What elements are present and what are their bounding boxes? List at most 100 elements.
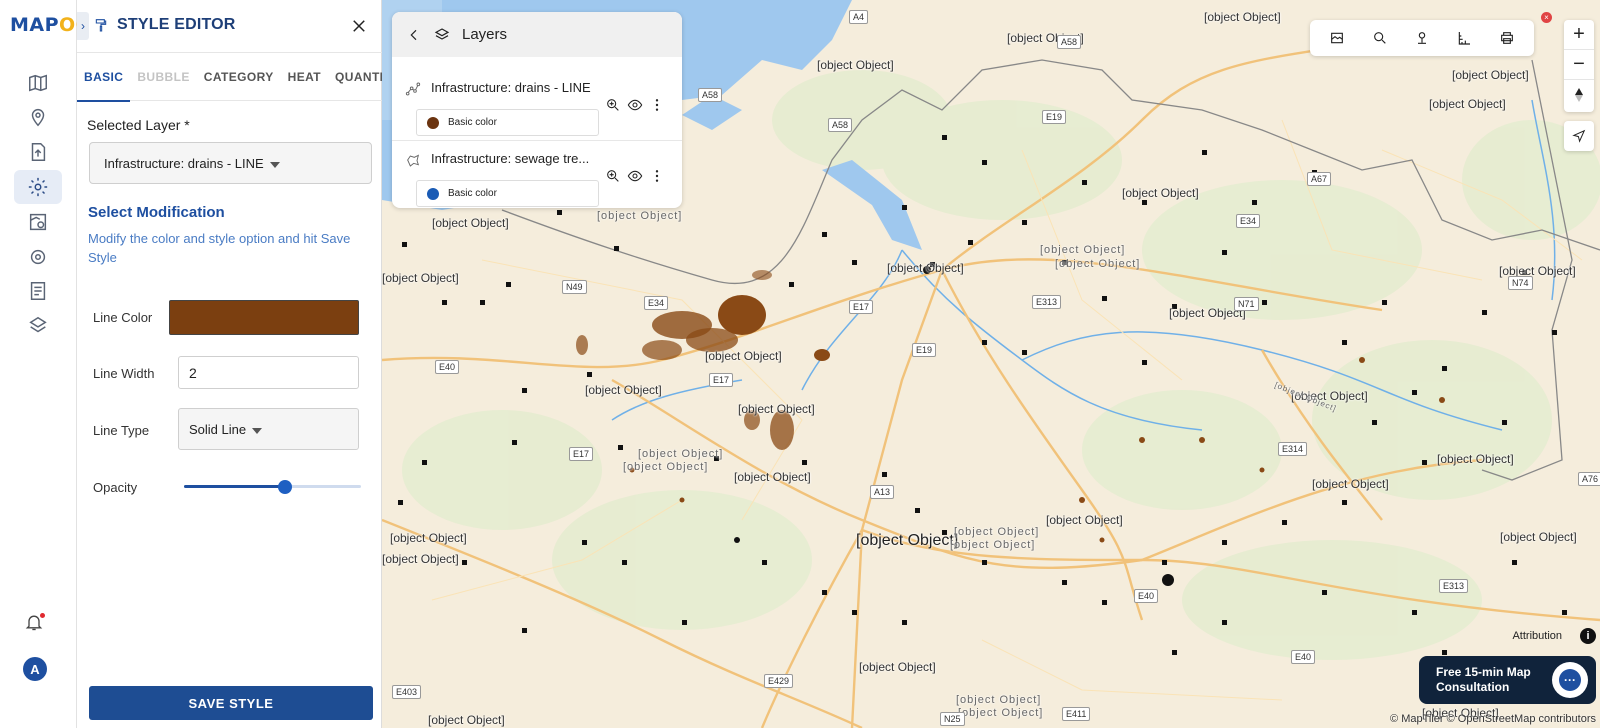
place-label: [object Object] xyxy=(382,271,459,285)
road-shield: E34 xyxy=(1236,214,1261,228)
line-width-input[interactable]: 2 xyxy=(178,356,359,389)
tab-basic[interactable]: BASIC xyxy=(77,53,131,102)
region-label: [object Object] xyxy=(954,526,1040,538)
map-view-icon[interactable] xyxy=(1329,30,1345,46)
zoom-in-button[interactable]: + xyxy=(1564,20,1594,50)
print-icon[interactable] xyxy=(1499,30,1515,46)
eye-icon[interactable] xyxy=(627,168,643,184)
road-shield: E314 xyxy=(1278,442,1308,456)
place-label: [object Object] xyxy=(817,58,894,72)
pin-icon[interactable] xyxy=(1414,30,1430,46)
more-vertical-icon[interactable] xyxy=(649,97,665,113)
upload-icon[interactable] xyxy=(14,135,62,169)
gear-icon[interactable] xyxy=(14,170,62,204)
avatar[interactable]: A xyxy=(23,657,47,681)
layer-actions xyxy=(605,168,665,184)
place-label: [object Object] xyxy=(1429,97,1506,111)
place-label: [object Object] xyxy=(1500,530,1577,544)
road-shield: N71 xyxy=(1234,297,1259,311)
line-width-label: Line Width xyxy=(93,366,155,381)
layer-item[interactable]: Infrastructure: drains - LINE Basic colo… xyxy=(392,71,682,141)
opacity-slider[interactable] xyxy=(184,480,361,494)
info-icon[interactable]: i xyxy=(1580,628,1596,644)
bell-icon[interactable] xyxy=(24,612,46,634)
measure-icon[interactable] xyxy=(1456,30,1472,46)
map-settings-icon[interactable] xyxy=(14,205,62,239)
style-editor-panel: › STYLE EDITOR BASIC BUBBLE CATEGORY HEA… xyxy=(77,0,399,728)
chevron-down-icon xyxy=(252,427,263,434)
place-label: [object Object] xyxy=(585,383,662,397)
tab-category[interactable]: CATEGORY xyxy=(197,53,281,101)
section-title: Select Modification xyxy=(88,204,225,221)
close-icon[interactable] xyxy=(347,14,371,38)
consultation-cta[interactable]: Free 15-min Map Consultation ··· xyxy=(1419,656,1596,704)
eye-icon[interactable] xyxy=(627,97,643,113)
selected-layer-select[interactable]: Infrastructure: drains - LINE xyxy=(89,142,372,184)
locate-button[interactable] xyxy=(1564,121,1594,151)
place-label: [object Object] xyxy=(1437,452,1514,466)
location-pin-icon[interactable] xyxy=(14,100,62,134)
place-label: [object Object] xyxy=(382,552,459,566)
road-shield: N25 xyxy=(940,712,965,726)
zoom-controls: + − xyxy=(1564,20,1594,112)
road-shield: E40 xyxy=(435,360,460,374)
map-share-icon[interactable] xyxy=(14,309,62,343)
legend-color-dot xyxy=(427,116,439,129)
road-shield: A58 xyxy=(1057,35,1082,49)
zoom-to-layer-icon[interactable] xyxy=(605,168,621,184)
left-rail: MAPOG A xyxy=(0,0,91,728)
legend-label: Basic color xyxy=(448,117,497,128)
place-label: [object Object] xyxy=(734,470,811,484)
region-label: [object Object] xyxy=(623,461,709,473)
layer-item[interactable]: Infrastructure: sewage tre... Basic colo… xyxy=(392,142,682,208)
road-shield: A67 xyxy=(1307,172,1332,186)
road-shield: A4 xyxy=(849,10,869,24)
layer-name: Infrastructure: drains - LINE xyxy=(431,80,591,95)
layers-title: Layers xyxy=(462,26,508,43)
line-layer-icon xyxy=(405,81,421,97)
slider-fill xyxy=(184,485,285,488)
map-icon[interactable] xyxy=(14,66,62,100)
settings-cog-icon[interactable] xyxy=(14,240,62,274)
road-shield: A58 xyxy=(828,118,853,132)
compass-icon[interactable] xyxy=(1564,80,1594,110)
slider-thumb[interactable] xyxy=(277,480,292,494)
legend-label: Basic color xyxy=(448,188,497,199)
tab-heat[interactable]: HEAT xyxy=(281,53,328,101)
legend-chip: Basic color xyxy=(416,180,599,207)
tab-bubble[interactable]: BUBBLE xyxy=(130,53,196,101)
line-color-label: Line Color xyxy=(93,310,153,325)
road-shield: A76 xyxy=(1578,472,1600,486)
app: MAPOG A › STYLE EDITOR BASIC BUBBLE CATE… xyxy=(0,0,1600,728)
region-label: [object Object] xyxy=(958,707,1044,719)
place-label: [object Object] xyxy=(705,349,782,363)
layer-actions xyxy=(605,97,665,113)
search-icon[interactable] xyxy=(1372,30,1388,46)
place-label: [object Object] xyxy=(859,660,936,674)
road-shield: E429 xyxy=(764,674,794,688)
save-style-button[interactable]: SAVE STYLE xyxy=(89,686,373,720)
line-type-select[interactable]: Solid Line xyxy=(178,408,359,450)
map-canvas[interactable]: [object Object] [object Object] [object … xyxy=(382,0,1600,728)
paint-roller-icon xyxy=(95,19,107,32)
attribution-label[interactable]: Attribution xyxy=(1512,630,1562,642)
zoom-out-button[interactable]: − xyxy=(1564,50,1594,80)
checklist-icon[interactable] xyxy=(14,274,62,308)
road-shield: E40 xyxy=(1291,650,1316,664)
more-vertical-icon[interactable] xyxy=(649,168,665,184)
region-label: [object Object] xyxy=(597,210,683,222)
line-type-value: Solid Line xyxy=(189,422,247,437)
region-label: [object Object] xyxy=(956,694,1042,706)
chat-icon[interactable]: ··· xyxy=(1552,662,1588,698)
road-shield: E17 xyxy=(569,447,594,461)
toolbar-close-icon[interactable]: × xyxy=(1541,12,1552,23)
collapse-panel-button[interactable]: › xyxy=(77,12,89,40)
back-arrow-icon[interactable] xyxy=(406,27,422,43)
line-color-picker[interactable] xyxy=(169,300,359,335)
layer-name: Infrastructure: sewage tre... xyxy=(431,151,590,166)
region-label: [object Object] xyxy=(638,448,724,460)
road-shield: E19 xyxy=(912,343,937,357)
zoom-to-layer-icon[interactable] xyxy=(605,97,621,113)
region-label: [object Object] xyxy=(1055,258,1141,270)
road-shield: E17 xyxy=(709,373,734,387)
